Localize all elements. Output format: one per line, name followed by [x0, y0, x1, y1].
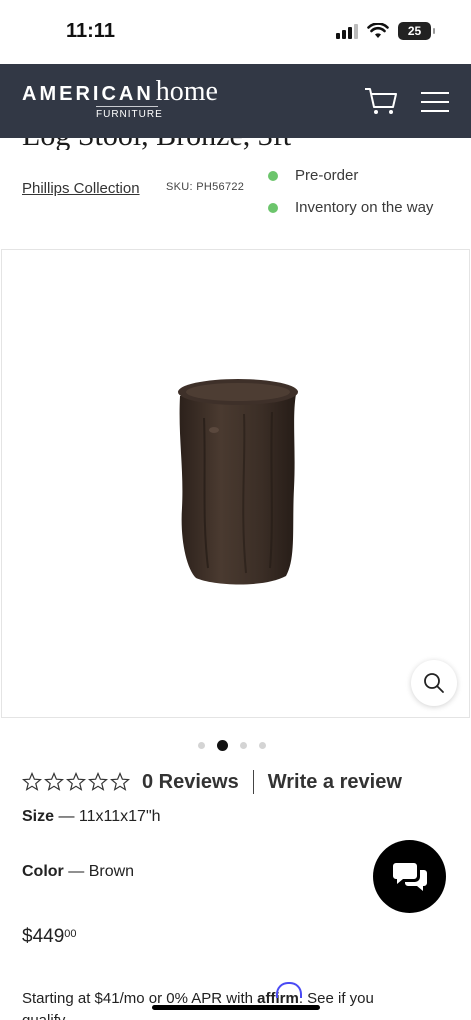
status-icons: 25 — [336, 22, 435, 40]
zoom-button[interactable] — [411, 660, 457, 706]
color-value: Brown — [88, 863, 135, 880]
color-option: Color — Brown — [22, 863, 134, 881]
home-indicator — [152, 1005, 320, 1010]
divider — [252, 770, 254, 794]
battery-icon: 25 — [398, 22, 435, 40]
carousel-dots — [198, 740, 266, 751]
wifi-icon — [367, 23, 389, 38]
cart-icon — [365, 88, 397, 114]
product-title-text: Log Stool, Bronze, 3ft — [22, 138, 291, 150]
carousel-dot[interactable] — [198, 742, 205, 749]
affirm-qualify-link[interactable]: qualify — [22, 1012, 65, 1020]
stock-status-preorder: Pre-order — [268, 167, 358, 184]
status-time: 11:11 — [66, 20, 115, 42]
star-outline-icon — [88, 772, 108, 791]
status-dot-icon — [268, 170, 278, 181]
size-value: 11x11x17"h — [78, 808, 161, 825]
star-outline-icon — [110, 772, 130, 791]
reviews-count[interactable]: 0 Reviews — [142, 771, 239, 794]
log-stool-image — [178, 379, 298, 585]
menu-button[interactable] — [420, 90, 450, 114]
chat-button[interactable] — [373, 840, 446, 913]
carousel-dot[interactable] — [240, 742, 247, 749]
hamburger-menu-icon — [421, 92, 449, 112]
price-dollars: $449 — [22, 926, 65, 947]
size-label: Size — [22, 808, 55, 825]
brand-main-text: AMERICAN — [22, 83, 154, 105]
product-image-gallery[interactable] — [1, 249, 470, 718]
stock-status-inventory: Inventory on the way — [268, 199, 433, 216]
cellular-signal-icon — [336, 23, 358, 39]
star-rating[interactable] — [22, 772, 130, 792]
sku-label: SKU: PH56722 — [166, 181, 245, 193]
stock-status-label: Pre-order — [295, 167, 359, 184]
stock-status-label: Inventory on the way — [295, 199, 434, 216]
cart-button[interactable] — [364, 86, 398, 116]
star-outline-icon — [44, 772, 64, 791]
size-option: Size — 11x11x17"h — [22, 808, 161, 826]
product-price: $44900 — [22, 926, 77, 948]
rating-row: 0 Reviews Write a review — [22, 770, 402, 794]
product-title: Log Stool, Bronze, 3ft — [0, 138, 471, 150]
site-header: AMERICAN home FURNITURE — [0, 64, 471, 138]
carousel-dot[interactable] — [259, 742, 266, 749]
collection-link[interactable]: Phillips Collection — [22, 180, 140, 197]
color-separator: — — [68, 863, 85, 880]
chat-bubbles-icon — [392, 862, 427, 891]
brand-script-text: home — [155, 76, 218, 107]
brand-subtitle: FURNITURE — [96, 106, 162, 120]
magnifier-icon — [424, 673, 444, 693]
star-outline-icon — [22, 772, 42, 791]
price-cents: 00 — [64, 928, 77, 940]
size-separator: — — [58, 808, 75, 825]
brand-logo[interactable]: AMERICAN home FURNITURE — [22, 76, 218, 120]
write-review-link[interactable]: Write a review — [268, 771, 402, 794]
status-bar: 11:11 25 — [0, 0, 471, 64]
status-dot-icon — [268, 202, 278, 213]
star-outline-icon — [66, 772, 86, 791]
carousel-dot-active[interactable] — [217, 740, 228, 751]
color-label: Color — [22, 863, 64, 880]
